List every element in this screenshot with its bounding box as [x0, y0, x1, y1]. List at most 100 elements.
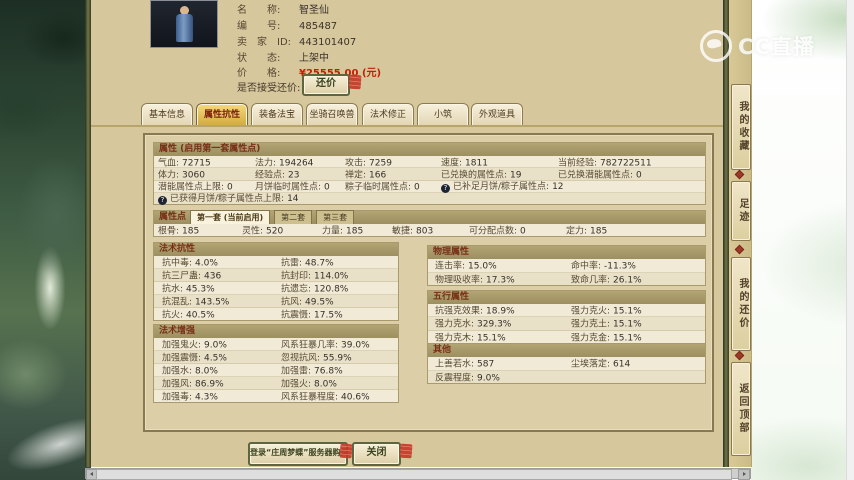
- stat-mp: 法力: 194264: [255, 155, 313, 168]
- stat-label: 抗中毒:: [162, 258, 193, 269]
- tab-equipment-treasure[interactable]: 装备法宝: [251, 103, 303, 126]
- stat-label: 尘埃落定:: [571, 359, 611, 370]
- bargain-button[interactable]: 还价: [302, 74, 350, 96]
- stat-value: 185: [346, 226, 364, 237]
- stat: 强力克金: 15.1%: [571, 330, 642, 343]
- stat-assignable: 可分配点数: 0: [469, 224, 526, 237]
- stat: 抗火: 40.5%: [162, 308, 215, 321]
- tab-basic-info[interactable]: 基本信息: [141, 103, 193, 126]
- page: 名 称: 智圣仙 编 号: 485487 卖 家 ID: 443101407 状 态:…: [0, 0, 854, 480]
- stat: 抗中毒: 4.0%: [162, 256, 218, 269]
- knot-decoration: [734, 350, 745, 361]
- stat-value: 8.0%: [195, 366, 218, 377]
- stat-value: 0: [520, 226, 526, 237]
- five-elements-box: 五行属性 抗强克效果: 18.9% 强力克火: 15.1% 强力克水: 329.3% …: [427, 290, 706, 344]
- close-button[interactable]: 关闭: [352, 442, 401, 466]
- field-value: 443101407: [299, 37, 357, 48]
- stat-value: 520: [266, 226, 284, 237]
- stat-row: 根骨: 185 灵性: 520 力量: 185 敏捷: 803 可分配点数: 0 定力: 1…: [154, 224, 705, 237]
- stat: 抗混乱: 143.5%: [162, 295, 229, 308]
- stat-label: 敏捷:: [392, 226, 414, 237]
- sidebar-item-my-offers[interactable]: 我的还价: [731, 257, 751, 351]
- spell-enhance-box: 法术增强 加强鬼火: 9.0% 风系狂暴几率: 39.0% 加强震慑: 4.5% 忽视…: [153, 324, 399, 403]
- stat-row: 强力克水: 329.3% 强力克土: 15.1%: [428, 317, 705, 331]
- stat: 加强水: 8.0%: [162, 364, 218, 377]
- stat-value: 40.6%: [341, 392, 370, 403]
- stat-value: 18.9%: [486, 306, 515, 317]
- stat: 强力克水: 329.3%: [435, 317, 511, 330]
- stat-label: 抗风:: [281, 297, 303, 308]
- scroll-right-arrow-icon[interactable]: [738, 469, 750, 480]
- attr-points-tab-set2[interactable]: 第二套: [274, 210, 313, 224]
- stat-value: 803: [416, 226, 434, 237]
- stat-label: 抗震慑:: [281, 310, 312, 321]
- stat-value: 86.9%: [195, 379, 224, 390]
- stat-value: 0: [324, 182, 330, 193]
- stat-value: 55.9%: [323, 353, 352, 364]
- stat-hp: 气血: 72715: [158, 155, 211, 168]
- stat: 抗遗忘: 120.8%: [281, 282, 348, 295]
- login-buy-button[interactable]: 登录“庄周梦蝶”服务器购买: [248, 442, 349, 466]
- stat: 抗水: 45.3%: [162, 282, 215, 295]
- section-title: 五行属性: [428, 291, 705, 304]
- stat-value: 17.3%: [486, 275, 515, 286]
- stat: 加强雷: 76.8%: [281, 364, 343, 377]
- tab-attr-resist[interactable]: 属性抗性: [196, 103, 248, 126]
- stat-label: 加强雷:: [281, 366, 312, 377]
- stat-row: 反震程度: 9.0%: [428, 370, 705, 383]
- stat-label: 命中率:: [571, 261, 602, 272]
- stat: 尘埃落定: 614: [571, 357, 630, 370]
- tab-appearance-items[interactable]: 外观道具: [471, 103, 523, 126]
- stat: 加强鬼火: 9.0%: [162, 338, 227, 351]
- other-box: 其他 上善若水: 587 尘埃落定: 614 反震程度: 9.0%: [427, 343, 706, 384]
- stat-補足-points: 已补足月饼/粽子属性点:12: [441, 179, 564, 194]
- attr-points-tab-set3[interactable]: 第三套: [316, 210, 355, 224]
- sidebar-item-back-to-top[interactable]: 返回顶部: [731, 362, 751, 456]
- stat-label: 抗水:: [162, 284, 184, 295]
- stat: 抗雷: 48.7%: [281, 256, 334, 269]
- main-content: 名 称: 智圣仙 编 号: 485487 卖 家 ID: 443101407 状 态:…: [91, 0, 723, 467]
- field-label: 卖 家 ID:: [237, 37, 292, 48]
- tab-cottage[interactable]: 小筑: [417, 103, 469, 126]
- horizontal-scrollbar[interactable]: [85, 468, 751, 480]
- status-badge: 上架中: [299, 53, 329, 64]
- stat-value: 436: [204, 271, 222, 282]
- stat-row: 抗强克效果: 18.9% 强力克火: 15.1%: [428, 304, 705, 318]
- stat: 物理吸收率: 17.3%: [435, 272, 515, 285]
- stat-label: 加强鬼火:: [162, 340, 202, 351]
- stat-label: 加强火:: [281, 379, 312, 390]
- stat-attack: 攻击: 7259: [345, 155, 392, 168]
- attr-points-tab-set1[interactable]: 第一套 (当前启用): [190, 210, 271, 224]
- stat: 强力克木: 15.1%: [435, 330, 506, 343]
- section-title: 法术抗性: [154, 243, 398, 256]
- stat-meditation: 禅定: 166: [345, 167, 386, 180]
- stat: 风系狂暴几率: 39.0%: [281, 338, 370, 351]
- tab-mount-pet[interactable]: 坐骑召唤兽: [306, 103, 358, 126]
- stat-row: 加强毒: 4.3% 风系狂暴程度: 40.6%: [154, 390, 398, 403]
- stat-label: 灵性:: [242, 226, 264, 237]
- vertical-scrollbar[interactable]: [846, 0, 854, 480]
- stat-row: 加强震慑: 4.5% 忽视抗风: 55.9%: [154, 351, 398, 364]
- stat-value: 12: [552, 182, 564, 193]
- stat-value: 40.5%: [186, 310, 215, 321]
- stat-exp: 当前经验: 782722511: [558, 155, 652, 168]
- stat-label: 已兑换潜能属性点:: [558, 170, 634, 181]
- watermark-text: CC直播: [738, 35, 815, 59]
- stat: 抗震慑: 17.5%: [281, 308, 343, 321]
- attr-resist-panel: 属性 (启用第一套属性点) 气血: 72715 法力: 194264 攻击: 7259…: [143, 133, 714, 432]
- section-title: 法术增强: [154, 325, 398, 338]
- stat: 抗风: 49.5%: [281, 295, 334, 308]
- sidebar-item-footprints[interactable]: 足迹: [731, 181, 751, 241]
- stat-row: 抗火: 40.5% 抗震慑: 17.5%: [154, 308, 398, 321]
- scrollbar-thumb[interactable]: [96, 469, 732, 480]
- help-icon[interactable]: [158, 196, 167, 206]
- stat-value: 185: [590, 226, 608, 237]
- tab-spell-correction[interactable]: 法术修正: [362, 103, 414, 126]
- stat-label: 力量:: [322, 226, 344, 237]
- field-label: 名 称:: [237, 5, 281, 16]
- stat-value: 15.1%: [613, 333, 642, 344]
- stat-row: 已获得月饼/粽子属性点上限:14: [154, 192, 705, 206]
- stat-value: 15.1%: [477, 333, 506, 344]
- stat-label: 风系狂暴程度:: [281, 392, 339, 403]
- sidebar-item-my-favorites[interactable]: 我的收藏: [731, 84, 751, 170]
